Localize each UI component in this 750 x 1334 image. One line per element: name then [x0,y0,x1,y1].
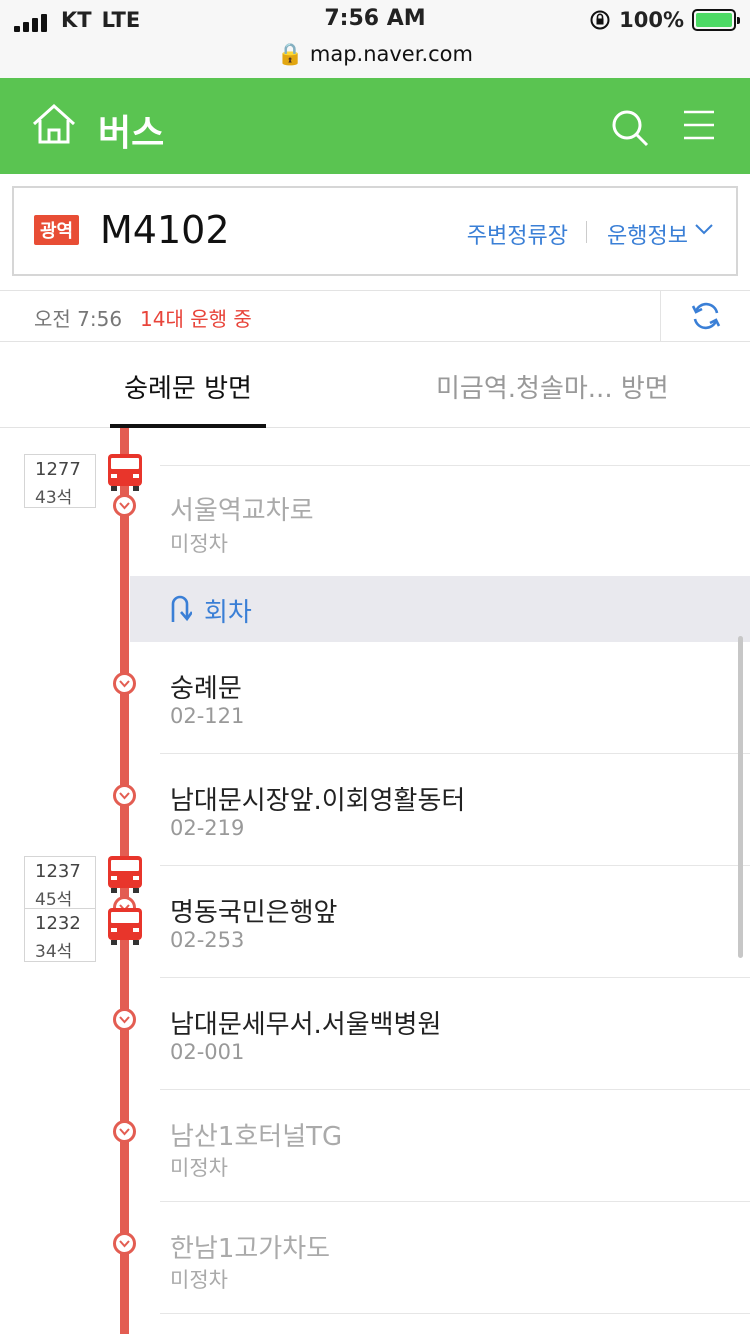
update-time: 오전 7:56 [34,307,123,331]
route-number: M4102 [100,208,230,252]
divider [586,221,587,243]
app-header: 버스 [0,78,750,174]
running-status-row: 오전 7:56 14대 운행 중 [0,290,750,342]
list-item[interactable]: 명동국민은행앞 02-253 [160,866,750,978]
operation-info-link[interactable]: 운행정보 [607,218,688,250]
nearby-stops-link[interactable]: 주변정류장 [467,218,568,250]
list-item[interactable]: 02-283 [160,428,750,466]
route-type-badge: 광역 [34,215,80,245]
list-item[interactable]: 남대문시장앞.이회영활동터 02-219 [160,754,750,866]
rotation-lock-icon [590,10,610,30]
stop-code: 02-001 [170,1040,245,1064]
list-item[interactable]: 남산1호터널TG 미정차 [160,1090,750,1202]
stop-code: 02-121 [170,704,245,728]
stop-node-icon [113,494,136,517]
stop-name: 명동국민은행앞 [170,898,338,928]
bus-info-box[interactable]: 1232 34석 [24,908,96,962]
bus-icon[interactable] [106,452,144,492]
stop-name: 남산1호터널TG [170,1122,343,1152]
home-icon[interactable] [30,102,78,146]
bus-info-box[interactable]: 1277 43석 [24,454,96,508]
stop-code: 02-253 [170,928,245,952]
stop-name: 남대문세무서.서울백병원 [170,1010,442,1040]
running-count: 14대 운행 중 [140,307,252,331]
bus-seats: 45석 [35,890,73,910]
stop-code: 미정차 [170,1268,228,1292]
tab-direction-1[interactable]: 숭례문 방면 [110,368,266,428]
tab-direction-2[interactable]: 미금역.청솔마... 방면 [436,368,669,405]
turnaround-row: 회차 [130,576,750,642]
scrollbar[interactable] [738,636,743,958]
refresh-icon [691,302,720,330]
bus-number: 1277 [35,459,81,480]
battery-percent: 100% [619,8,684,32]
stop-node-icon [113,672,136,695]
stop-code: 미정차 [170,1156,228,1180]
bus-seats: 34석 [35,942,73,962]
direction-tabs: 숭례문 방면 미금역.청솔마... 방면 [0,342,750,428]
bus-number: 1237 [35,861,81,882]
page-title: 버스 [98,113,165,154]
bus-seats: 43석 [35,488,73,508]
stop-code: 미정차 [170,532,228,556]
stop-name: 숭례문 [170,674,242,704]
refresh-button[interactable] [660,291,750,341]
url-text: map.naver.com [309,42,473,66]
url-bar[interactable]: 🔒 map.naver.com [0,42,750,67]
chevron-down-icon[interactable] [694,222,714,236]
stop-node-icon [113,1120,136,1143]
battery-area: 100% [589,8,740,32]
route-card: 광역 M4102 주변정류장 운행정보 [12,186,738,276]
menu-icon[interactable] [682,108,716,142]
stop-name: 남대문시장앞.이회영활동터 [170,786,466,816]
list-item[interactable]: 숭례문 02-121 [160,642,750,754]
search-icon[interactable] [610,108,650,148]
bus-number: 1232 [35,913,81,934]
stop-node-icon [113,1008,136,1031]
stop-list: 02-283 서울역교차로 미정차 회차 숭례문 02-121 남대문시장앞.이… [0,428,750,1334]
bus-icon[interactable] [106,906,144,946]
stop-node-icon [113,784,136,807]
turnaround-label: 회차 [204,598,252,628]
status-bar: KT LTE 7:56 AM 100% 🔒 map.naver.com [0,0,750,78]
battery-icon [692,9,740,31]
list-item[interactable]: 한남1고가차도 미정차 [160,1202,750,1314]
stop-node-icon [113,1232,136,1255]
list-item[interactable]: 남대문세무서.서울백병원 02-001 [160,978,750,1090]
u-turn-icon [171,595,192,622]
stop-name: 한남1고가차도 [170,1234,331,1264]
stop-name: 서울역교차로 [170,496,314,526]
list-item[interactable]: 서울역교차로 미정차 [160,466,750,576]
stop-code: 02-219 [170,816,245,840]
lock-icon: 🔒 [277,42,304,66]
bus-icon[interactable] [106,854,144,894]
bus-info-box[interactable]: 1237 45석 [24,856,96,910]
